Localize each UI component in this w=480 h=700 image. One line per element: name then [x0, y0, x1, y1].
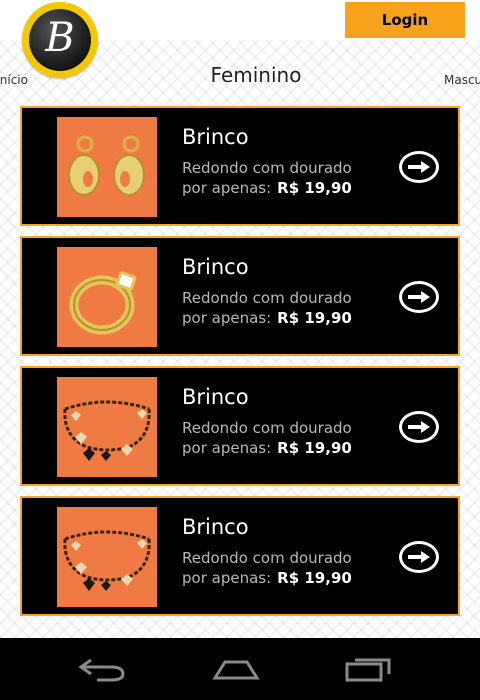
open-product-button[interactable]	[399, 541, 439, 573]
price-label: por apenas:	[182, 179, 272, 197]
product-price-row: por apenas: R$ 19,90	[182, 439, 352, 457]
price-label: por apenas:	[182, 309, 272, 327]
home-button[interactable]	[206, 652, 266, 686]
product-description: Redondo com dourado	[182, 419, 352, 437]
nav-current-category: Feminino	[210, 63, 302, 87]
earrings-icon	[68, 135, 145, 196]
product-card[interactable]: Brinco Redondo com dourado por apenas: R$…	[20, 106, 460, 226]
bracelet-icon	[63, 400, 151, 461]
recent-apps-button[interactable]	[338, 652, 398, 686]
logo-letter: B	[45, 15, 75, 61]
product-card[interactable]: Brinco Redondo com dourado por apenas: R$…	[20, 366, 460, 486]
product-description: Redondo com dourado	[182, 159, 352, 177]
product-title: Brinco	[182, 385, 249, 409]
system-navigation-bar	[0, 638, 480, 700]
product-price: R$ 19,90	[277, 179, 352, 197]
product-price-row: por apenas: R$ 19,90	[182, 179, 352, 197]
home-icon	[212, 660, 260, 680]
product-price: R$ 19,90	[277, 439, 352, 457]
product-price-row: por apenas: R$ 19,90	[182, 309, 352, 327]
ring-icon	[69, 271, 137, 335]
product-price: R$ 19,90	[277, 309, 352, 327]
app-screen: B Login Início Feminino Masculino Brinco…	[0, 0, 480, 638]
arrow-right-icon	[408, 421, 430, 433]
nav-next-category[interactable]: Masculino	[444, 73, 480, 87]
login-button[interactable]: Login	[345, 2, 465, 38]
open-product-button[interactable]	[399, 411, 439, 443]
price-label: por apenas:	[182, 569, 272, 587]
product-title: Brinco	[182, 255, 249, 279]
recent-apps-icon	[345, 658, 391, 682]
product-title: Brinco	[182, 125, 249, 149]
logo-badge: B	[29, 9, 91, 71]
product-image	[57, 377, 157, 477]
product-image	[57, 507, 157, 607]
product-title: Brinco	[182, 515, 249, 539]
product-description: Redondo com dourado	[182, 549, 352, 567]
bracelet-icon	[63, 530, 151, 591]
open-product-button[interactable]	[399, 281, 439, 313]
product-card[interactable]: Brinco Redondo com dourado por apenas: R$…	[20, 496, 460, 616]
open-product-button[interactable]	[399, 151, 439, 183]
product-card[interactable]: Brinco Redondo com dourado por apenas: R$…	[20, 236, 460, 356]
arrow-right-icon	[408, 551, 430, 563]
product-price: R$ 19,90	[277, 569, 352, 587]
product-image	[57, 247, 157, 347]
price-label: por apenas:	[182, 439, 272, 457]
back-button[interactable]	[72, 652, 132, 686]
arrow-right-icon	[408, 291, 430, 303]
product-description: Redondo com dourado	[182, 289, 352, 307]
arrow-right-icon	[408, 161, 430, 173]
back-icon	[78, 658, 125, 682]
product-image	[57, 117, 157, 217]
product-price-row: por apenas: R$ 19,90	[182, 569, 352, 587]
